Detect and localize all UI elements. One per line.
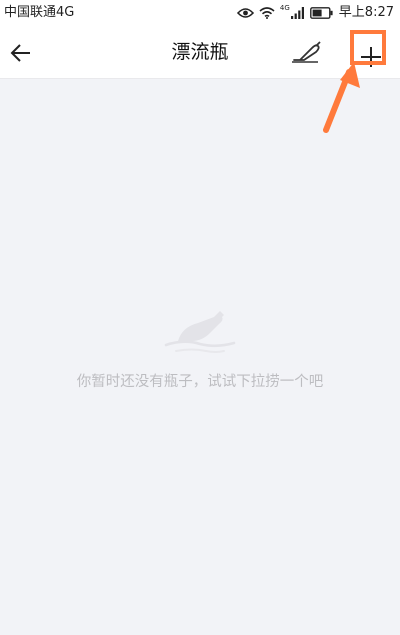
status-time: 早上8:27 [338,5,394,20]
status-icons: 4G 早上8:27 [236,4,394,22]
wifi-icon [259,7,275,19]
empty-state-message: 你暂时还没有瓶子，试试下拉捞一个吧 [76,374,324,390]
eye-icon [236,7,254,19]
drift-bottle-screen: 中国联通4G 4G 早上8:27 漂流瓶 你暂时还没有瓶子，试试下拉捞一个吧 [0,0,400,635]
bottle-empty-icon [162,307,238,357]
network-type-label: 4G [279,4,290,12]
carrier-label: 中国联通4G [4,5,75,20]
annotation-arrow-icon [316,58,366,138]
status-bar: 中国联通4G 4G 早上8:27 [0,0,400,26]
battery-icon [309,7,334,19]
signal-icon [290,7,305,19]
